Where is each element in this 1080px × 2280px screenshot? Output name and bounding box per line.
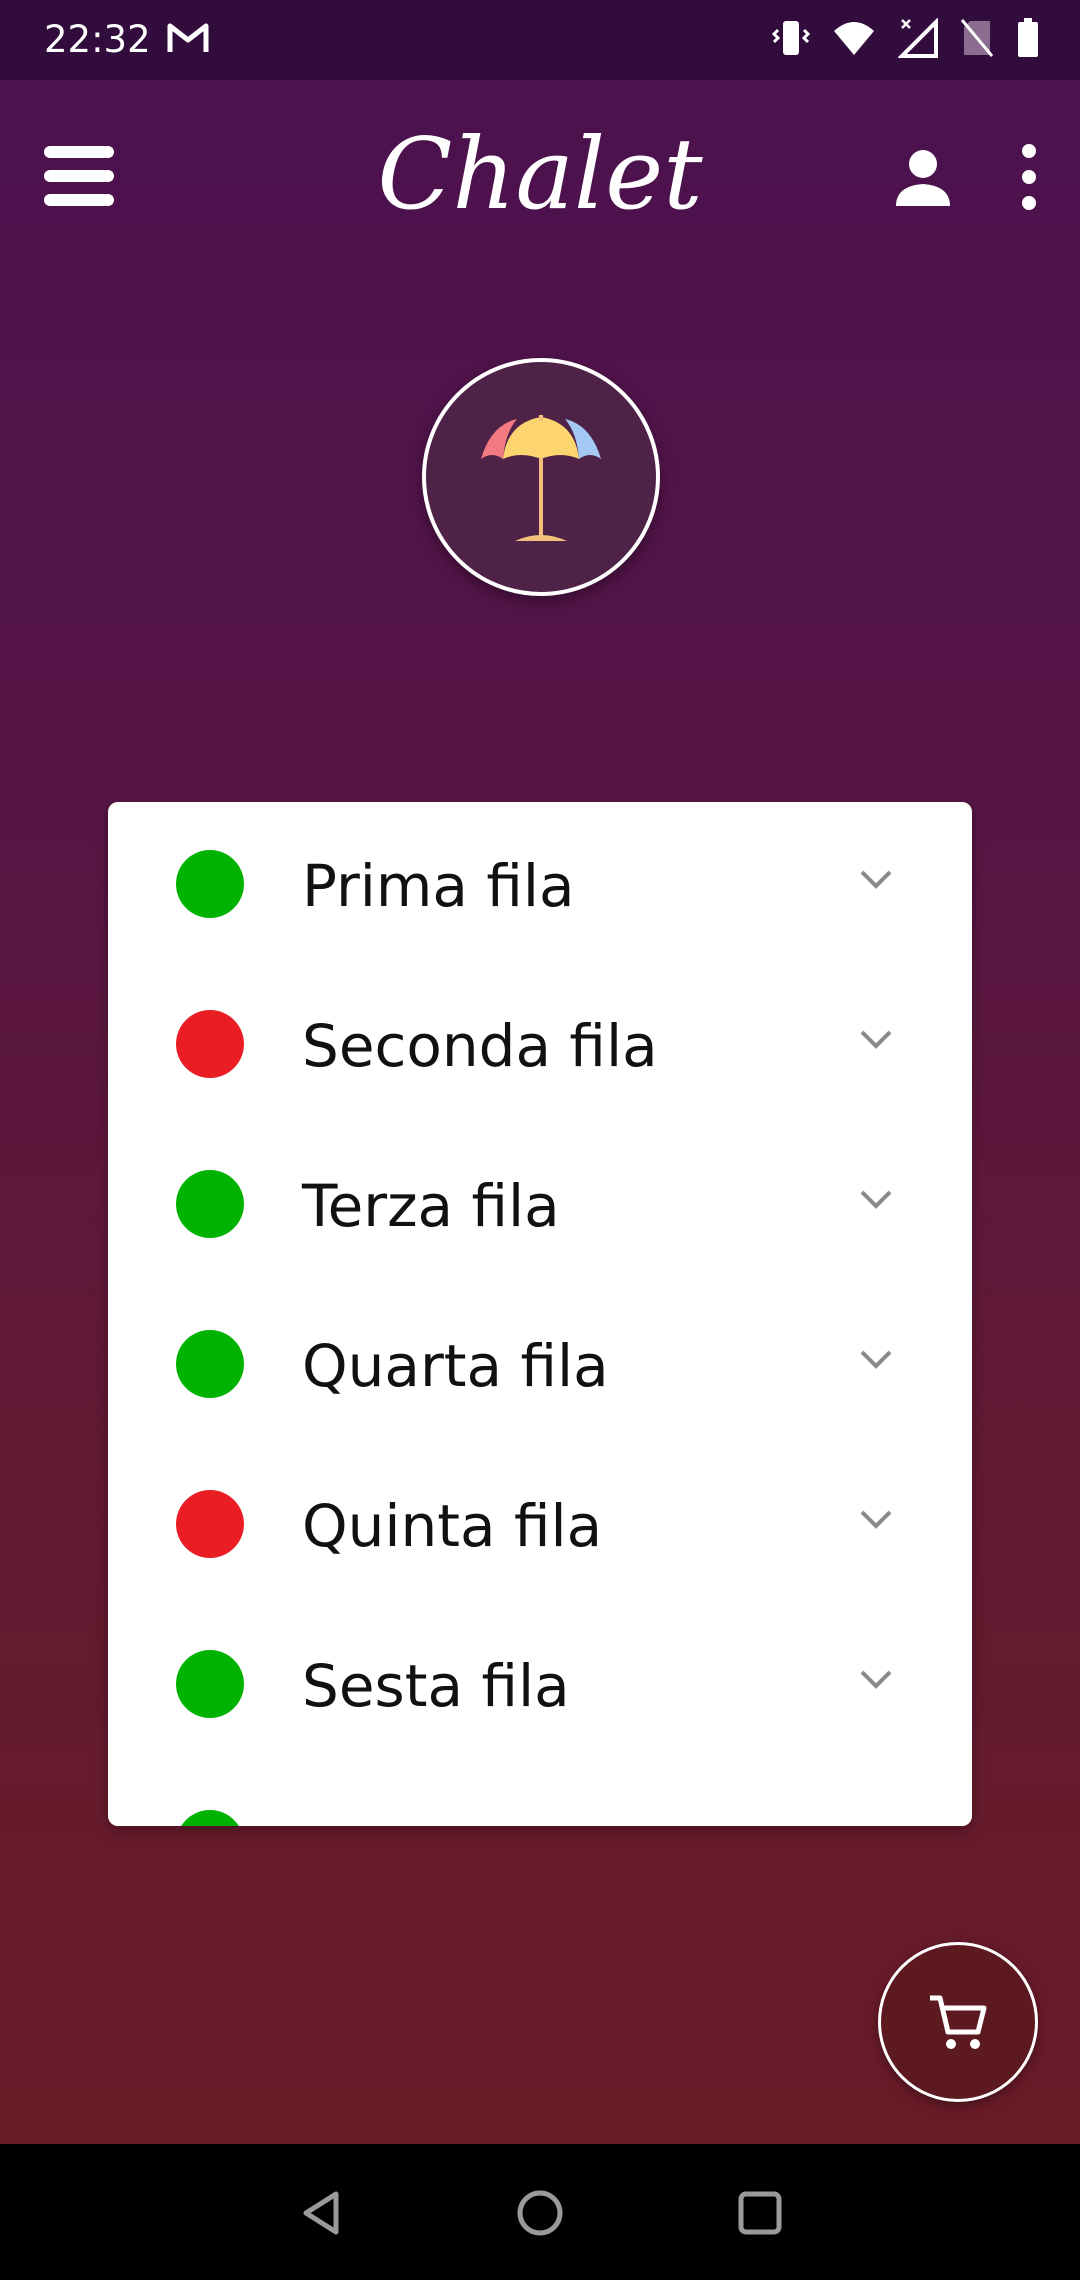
cart-button[interactable] (878, 1942, 1038, 2102)
more-vert-dot (1022, 170, 1036, 184)
row-item-seconda[interactable]: Seconda fila (114, 962, 966, 1124)
row-label: Seconda fila (302, 1012, 658, 1080)
row-label: Sesta fila (302, 1652, 570, 1720)
wifi-icon (834, 22, 874, 55)
status-dot (176, 1330, 244, 1398)
back-icon[interactable] (296, 2188, 346, 2238)
vibrate-icon (772, 21, 810, 55)
row-label: Terza fila (302, 1172, 560, 1240)
status-dot (176, 1170, 244, 1238)
row-label: Quarta fila (302, 1332, 609, 1400)
app-bar: Chalet (0, 80, 1080, 280)
row-item-partial[interactable] (114, 1762, 966, 1826)
chevron-down-icon[interactable] (856, 1346, 896, 1374)
rows-list: Prima fila Seconda fila Terza fila Quart… (108, 802, 972, 1826)
chevron-down-icon[interactable] (856, 1506, 896, 1534)
no-sim-icon (960, 19, 994, 57)
beach-umbrella-icon (481, 415, 601, 541)
status-dot (176, 1810, 244, 1826)
system-nav-bar (0, 2144, 1080, 2280)
home-icon[interactable] (515, 2188, 565, 2238)
row-item-quinta[interactable]: Quinta fila (114, 1442, 966, 1604)
cart-icon (930, 1995, 987, 2049)
gmail-icon (167, 23, 209, 52)
row-item-prima[interactable]: Prima fila (114, 802, 966, 964)
row-label: Quinta fila (302, 1492, 603, 1560)
chevron-down-icon[interactable] (856, 1666, 896, 1694)
more-vert-dot (1022, 144, 1036, 158)
status-dot (176, 1490, 244, 1558)
signal-icon (898, 18, 938, 58)
row-item-terza[interactable]: Terza fila (114, 1122, 966, 1284)
more-vert-dot (1022, 196, 1036, 210)
status-time: 22:32 (44, 18, 151, 61)
more-vert-icon[interactable] (1022, 144, 1036, 222)
status-dot (176, 1010, 244, 1078)
status-icons (772, 18, 1040, 58)
row-label: Prima fila (302, 852, 575, 920)
row-item-quarta[interactable]: Quarta fila (114, 1282, 966, 1444)
battery-icon (1018, 18, 1038, 57)
row-item-sesta[interactable]: Sesta fila (114, 1602, 966, 1764)
chevron-down-icon[interactable] (856, 1026, 896, 1054)
chevron-down-icon[interactable] (856, 1186, 896, 1214)
profile-icon[interactable] (890, 146, 956, 212)
chalet-logo (422, 358, 660, 596)
status-dot (176, 1650, 244, 1718)
status-bar: 22:32 (0, 0, 1080, 80)
status-dot (176, 850, 244, 918)
chevron-down-icon[interactable] (856, 866, 896, 894)
recents-icon[interactable] (735, 2188, 785, 2238)
